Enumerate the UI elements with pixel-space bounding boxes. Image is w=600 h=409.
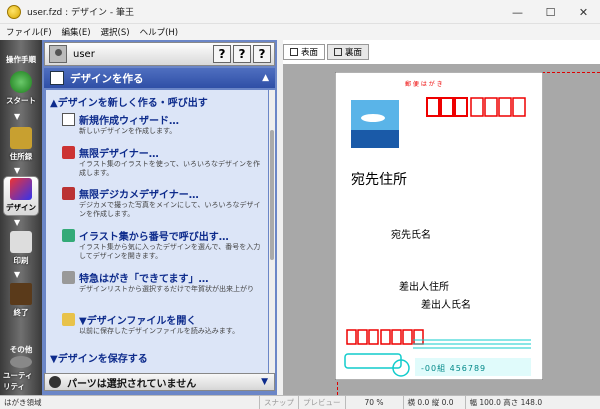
maximize-button[interactable]: ☐ bbox=[534, 0, 567, 24]
list-item-open-design-file[interactable]: ▼デザインファイルを開く 以前に保存したデザインファイルを読み込みます。 bbox=[62, 312, 267, 336]
help-n-button[interactable]: ? bbox=[213, 45, 231, 63]
size-readout: 幅 100.0 高さ 148.0 bbox=[469, 397, 543, 407]
menu-bar: ファイル(F) 編集(E) 選択(S) ヘルプ(H) bbox=[0, 24, 600, 40]
end-button[interactable]: 終了 bbox=[3, 280, 39, 320]
group-save-design[interactable]: ▼デザインを保存する bbox=[50, 350, 148, 365]
user-header: user ? ? ? bbox=[44, 42, 275, 66]
illustration-book-icon bbox=[62, 229, 75, 242]
minimize-button[interactable]: — bbox=[501, 0, 534, 24]
panel-scrollbar[interactable] bbox=[269, 90, 275, 376]
arrow-down-icon: ▼ bbox=[14, 166, 21, 175]
left-navigation-bar: 操作手順 スタート ▼ 住所録 ▼ デザイン ▼ 印刷 ▼ 終了 その他 ユーテ… bbox=[0, 40, 42, 395]
other-heading: その他 bbox=[9, 345, 33, 354]
document-icon bbox=[62, 113, 75, 126]
tab-back[interactable]: 裏面 bbox=[327, 44, 370, 60]
camera-icon bbox=[62, 187, 75, 200]
address-book-button[interactable]: 住所録 bbox=[3, 124, 39, 164]
arrow-down-icon: ▼ bbox=[14, 112, 21, 121]
position-readout: 横 0.0 縦 0.0 bbox=[404, 395, 466, 409]
recipient-name[interactable]: 宛先氏名 bbox=[391, 228, 431, 241]
title-bar: user.fzd : デザイン - 筆王 — ☐ ✕ bbox=[0, 0, 600, 24]
design-button[interactable]: デザイン bbox=[3, 176, 39, 216]
menu-select[interactable]: 選択(S) bbox=[101, 26, 130, 38]
window-title: user.fzd : デザイン - 筆王 bbox=[27, 8, 134, 18]
barcode-text: -00組 456789 bbox=[421, 363, 486, 373]
stamp-illustration[interactable] bbox=[351, 100, 399, 148]
collapse-icon: ▲ bbox=[262, 73, 269, 83]
list-item-infinite-designer[interactable]: 無限デザイナー… イラスト集のイラストを使って、いろいろなデザインを作成します。 bbox=[62, 145, 267, 178]
utility-button[interactable]: ユーティリティ bbox=[3, 356, 39, 394]
printer-icon bbox=[10, 231, 32, 253]
design-section-icon bbox=[50, 71, 64, 85]
arrow-down-icon: ▼ bbox=[14, 270, 21, 279]
close-button[interactable]: ✕ bbox=[567, 0, 600, 24]
app-icon bbox=[7, 4, 21, 19]
preview-toggle[interactable]: プレビュー bbox=[299, 395, 346, 409]
start-button[interactable]: スタート bbox=[3, 68, 39, 108]
parts-icon bbox=[49, 376, 61, 388]
folder-icon bbox=[62, 313, 75, 326]
recipient-address[interactable]: 宛先住所 bbox=[351, 172, 407, 188]
list-item-digicam-designer[interactable]: 無限デジカメデザイナー… デジカメで撮った写真をメインにして、いろいろなデザイン… bbox=[62, 186, 267, 219]
help-button[interactable]: ? bbox=[253, 45, 271, 63]
zoom-level: 70 % bbox=[346, 395, 404, 409]
door-icon bbox=[10, 283, 32, 305]
operation-steps-heading: 操作手順 bbox=[6, 55, 36, 64]
chevron-down-icon: ▼ bbox=[261, 377, 268, 387]
design-icon bbox=[10, 178, 32, 200]
snap-toggle[interactable]: スナップ bbox=[260, 395, 299, 409]
menu-file[interactable]: ファイル(F) bbox=[6, 26, 52, 38]
status-area: はがき領域 bbox=[0, 395, 260, 409]
tab-front[interactable]: 表面 bbox=[283, 44, 326, 60]
parts-status[interactable]: パーツは選択されていません ▼ bbox=[44, 373, 275, 391]
postcard-stack-icon bbox=[62, 271, 75, 284]
address-book-icon bbox=[10, 127, 32, 149]
print-button[interactable]: 印刷 bbox=[3, 228, 39, 268]
sender-address[interactable]: 差出人住所 bbox=[399, 280, 449, 293]
task-list: ▲デザインを新しく作る・呼び出す 新規作成ウィザード… 新しいデザインを作成しま… bbox=[46, 90, 268, 376]
arrow-down-icon: ▼ bbox=[14, 218, 21, 227]
postcard[interactable]: 郵 便 は が き 宛先住所 宛先氏名 差出人住所 差出人氏名 -00組 456… bbox=[335, 72, 543, 380]
page-icon bbox=[334, 48, 343, 56]
list-item-call-by-number[interactable]: イラスト集から番号で呼び出す… イラスト集から気に入ったデザインを選んで、番号を… bbox=[62, 228, 267, 261]
menu-edit[interactable]: 編集(E) bbox=[62, 26, 91, 38]
help-arrow-button[interactable]: ? bbox=[233, 45, 251, 63]
status-bar: はがき領域 スナップ プレビュー 70 % 横 0.0 縦 0.0 幅 100.… bbox=[0, 395, 600, 409]
page-icon bbox=[290, 48, 298, 56]
list-item-express-postcard[interactable]: 特急はがき「できてます」… デザインリストから選択するだけで年賀状が出来上がり bbox=[62, 270, 267, 294]
user-name: user bbox=[73, 48, 95, 60]
scrollbar-thumb[interactable] bbox=[270, 130, 274, 260]
list-item-new-wizard[interactable]: 新規作成ウィザード… 新しいデザインを作成します。 bbox=[62, 112, 267, 136]
start-icon bbox=[10, 71, 32, 93]
task-panel: user ? ? ? デザインを作る ▲ ▲デザインを新しく作る・呼び出す 新規… bbox=[42, 40, 277, 395]
menu-help[interactable]: ヘルプ(H) bbox=[140, 26, 179, 38]
postcard-label: 郵 便 は が き bbox=[405, 80, 443, 88]
sender-name[interactable]: 差出人氏名 bbox=[421, 298, 471, 311]
group-new-or-open[interactable]: ▲デザインを新しく作る・呼び出す bbox=[50, 94, 208, 109]
avatar bbox=[49, 45, 67, 63]
designer-icon bbox=[62, 146, 75, 159]
utility-icon bbox=[10, 356, 32, 368]
section-header-create-design[interactable]: デザインを作る ▲ bbox=[44, 68, 275, 88]
